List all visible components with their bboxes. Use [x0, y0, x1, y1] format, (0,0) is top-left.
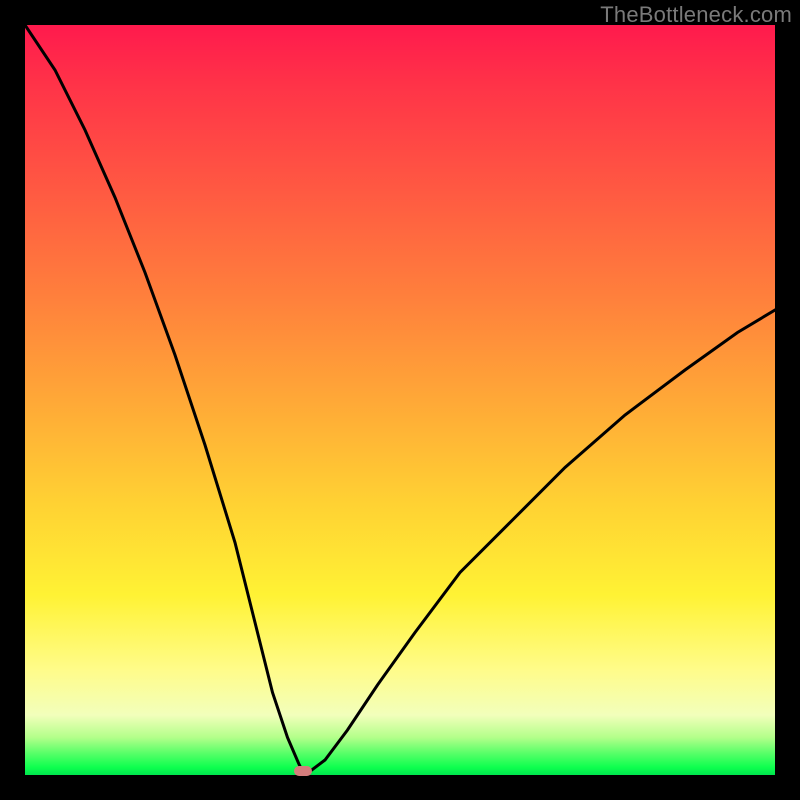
watermark-text: TheBottleneck.com	[600, 2, 792, 28]
bottleneck-curve	[25, 25, 775, 775]
minimum-marker	[294, 766, 312, 776]
plot-area	[25, 25, 775, 775]
curve-left-path	[25, 25, 303, 771]
curve-right-path	[310, 310, 775, 771]
chart-frame: TheBottleneck.com	[0, 0, 800, 800]
